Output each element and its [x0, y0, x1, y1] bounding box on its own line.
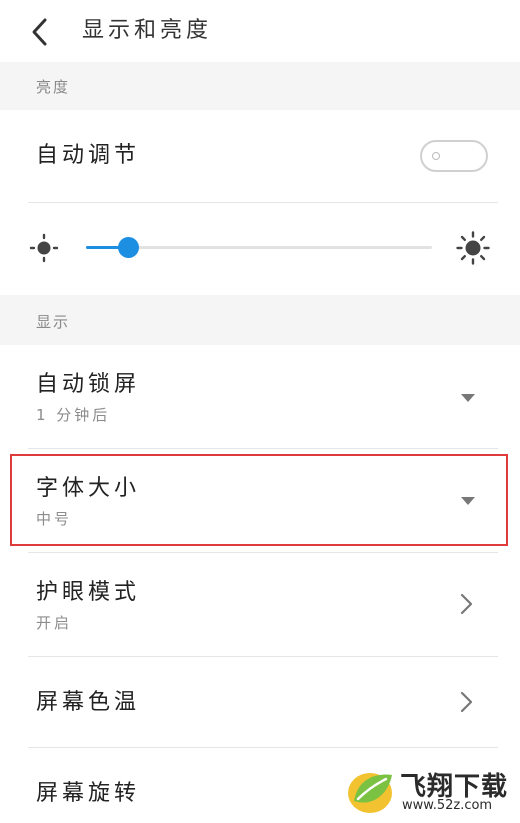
font-size-title: 字体大小 — [36, 476, 141, 501]
chevron-right-icon[interactable] — [460, 593, 474, 615]
auto-lock-title: 自动锁屏 — [36, 372, 141, 397]
sun-large-icon — [455, 230, 491, 266]
font-size-value: 中号 — [36, 510, 73, 528]
eye-protection-title: 护眼模式 — [36, 580, 141, 605]
slider-thumb[interactable] — [117, 237, 139, 258]
toggle-knob — [432, 152, 440, 160]
chevron-left-icon — [32, 18, 47, 46]
section-label-brightness: 亮度 — [36, 78, 71, 96]
eye-protection-row[interactable]: 护眼模式 开启 — [0, 553, 520, 656]
section-header-display: 显示 — [0, 295, 520, 345]
section-header-brightness: 亮度 — [0, 62, 520, 110]
page-title: 显示和亮度 — [82, 18, 213, 43]
color-temperature-title: 屏幕色温 — [36, 690, 141, 715]
dropdown-arrow-icon[interactable] — [460, 393, 476, 403]
color-temperature-row[interactable]: 屏幕色温 — [0, 657, 520, 747]
screen-rotation-title: 屏幕旋转 — [36, 781, 141, 806]
font-size-row[interactable]: 字体大小 中号 — [0, 449, 520, 552]
brightness-slider[interactable] — [86, 226, 432, 270]
back-button[interactable] — [22, 14, 58, 50]
auto-adjust-toggle[interactable] — [420, 140, 488, 172]
auto-lock-row[interactable]: 自动锁屏 1 分钟后 — [0, 345, 520, 448]
auto-lock-value: 1 分钟后 — [36, 406, 111, 424]
watermark-url: www.52z.com — [402, 798, 493, 813]
auto-adjust-label: 自动调节 — [36, 143, 141, 168]
header: 显示和亮度 — [0, 0, 520, 62]
section-label-display: 显示 — [36, 313, 71, 331]
dropdown-arrow-icon[interactable] — [460, 496, 476, 506]
leaf-logo-icon — [348, 773, 392, 813]
sun-small-icon — [28, 232, 60, 264]
watermark-logo: 飞翔下载 www.52z.com — [344, 762, 514, 820]
chevron-right-icon[interactable] — [460, 691, 474, 713]
eye-protection-value: 开启 — [36, 614, 73, 632]
